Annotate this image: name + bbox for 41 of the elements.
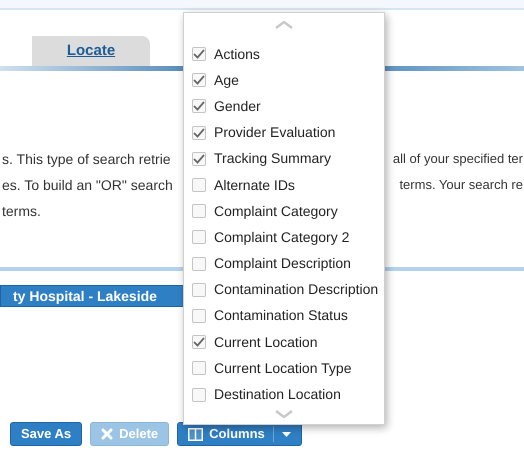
column-option[interactable]: Age (184, 67, 384, 94)
description-text: all of your specified ter (392, 150, 524, 166)
columns-icon (188, 428, 204, 440)
checkbox[interactable] (192, 256, 206, 271)
column-option[interactable]: Complaint Category (184, 198, 384, 224)
checkbox[interactable] (192, 335, 206, 350)
x-icon (101, 428, 114, 440)
checkbox[interactable] (192, 308, 206, 323)
column-option[interactable]: Destination Location (184, 381, 384, 408)
checkbox[interactable] (192, 99, 206, 114)
checkbox[interactable] (192, 178, 206, 192)
facility-header[interactable]: ty Hospital - Lakeside (0, 285, 185, 307)
description-text: terms. (1, 202, 41, 218)
checkbox[interactable] (192, 47, 206, 62)
description-text: terms. Your search re (399, 176, 524, 192)
description-text: es. To build an "OR" search (1, 176, 173, 192)
checkbox[interactable] (192, 204, 206, 218)
checkbox[interactable] (192, 73, 206, 88)
column-option[interactable]: Current Location Type (184, 355, 384, 382)
column-option[interactable]: Contamination Status (184, 302, 384, 330)
checkbox[interactable] (192, 152, 206, 166)
column-option[interactable]: Actions (184, 41, 384, 68)
column-option[interactable]: Current Location (184, 329, 384, 356)
checkbox[interactable] (192, 230, 206, 244)
column-option[interactable]: Contamination Description (184, 276, 384, 303)
column-option[interactable]: Complaint Category 2 (184, 224, 384, 250)
column-option[interactable]: Tracking Summary (184, 146, 384, 172)
tab[interactable]: Locate (32, 36, 150, 66)
save-as-button[interactable]: Save As (10, 422, 82, 446)
caret-icon (282, 432, 291, 436)
checkbox[interactable] (192, 126, 206, 140)
column-option[interactable]: Complaint Description (184, 250, 384, 277)
checkbox[interactable] (192, 361, 206, 376)
chevron-up-icon[interactable] (275, 21, 293, 29)
description-text: s. This type of search retrie (1, 150, 171, 166)
checkbox[interactable] (192, 388, 206, 402)
column-option[interactable]: Provider Evaluation (184, 120, 384, 146)
chevron-down-icon[interactable] (275, 410, 293, 418)
column-option[interactable]: Alternate IDs (184, 172, 384, 198)
column-option[interactable]: Gender (184, 93, 384, 120)
checkbox[interactable] (192, 282, 206, 297)
